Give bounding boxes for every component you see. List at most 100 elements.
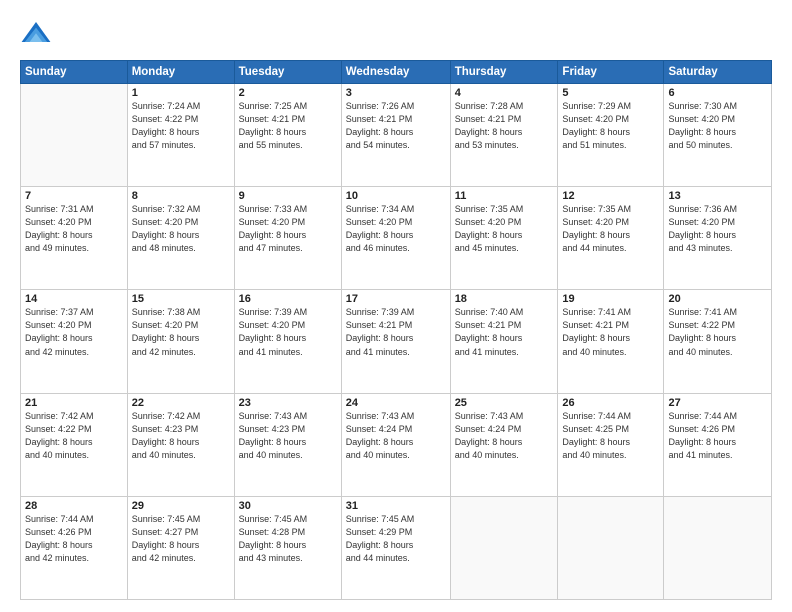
weekday-header-row: SundayMondayTuesdayWednesdayThursdayFrid… bbox=[21, 61, 772, 84]
day-info: Sunrise: 7:26 AMSunset: 4:21 PMDaylight:… bbox=[346, 100, 446, 152]
calendar-cell bbox=[450, 496, 558, 599]
calendar-cell: 11Sunrise: 7:35 AMSunset: 4:20 PMDayligh… bbox=[450, 187, 558, 290]
calendar-cell bbox=[21, 84, 128, 187]
calendar-cell: 10Sunrise: 7:34 AMSunset: 4:20 PMDayligh… bbox=[341, 187, 450, 290]
calendar-cell bbox=[558, 496, 664, 599]
day-info: Sunrise: 7:30 AMSunset: 4:20 PMDaylight:… bbox=[668, 100, 767, 152]
day-info: Sunrise: 7:44 AMSunset: 4:25 PMDaylight:… bbox=[562, 410, 659, 462]
day-number: 14 bbox=[25, 293, 123, 305]
day-number: 10 bbox=[346, 190, 446, 202]
calendar-cell bbox=[664, 496, 772, 599]
calendar-cell: 24Sunrise: 7:43 AMSunset: 4:24 PMDayligh… bbox=[341, 393, 450, 496]
logo-icon bbox=[20, 18, 52, 50]
day-number: 29 bbox=[132, 500, 230, 512]
calendar-cell: 25Sunrise: 7:43 AMSunset: 4:24 PMDayligh… bbox=[450, 393, 558, 496]
week-row-2: 14Sunrise: 7:37 AMSunset: 4:20 PMDayligh… bbox=[21, 290, 772, 393]
day-number: 9 bbox=[239, 190, 337, 202]
calendar-cell: 9Sunrise: 7:33 AMSunset: 4:20 PMDaylight… bbox=[234, 187, 341, 290]
day-info: Sunrise: 7:24 AMSunset: 4:22 PMDaylight:… bbox=[132, 100, 230, 152]
calendar-cell: 17Sunrise: 7:39 AMSunset: 4:21 PMDayligh… bbox=[341, 290, 450, 393]
day-number: 27 bbox=[668, 397, 767, 409]
day-info: Sunrise: 7:38 AMSunset: 4:20 PMDaylight:… bbox=[132, 306, 230, 358]
day-info: Sunrise: 7:39 AMSunset: 4:20 PMDaylight:… bbox=[239, 306, 337, 358]
day-number: 8 bbox=[132, 190, 230, 202]
calendar-cell: 28Sunrise: 7:44 AMSunset: 4:26 PMDayligh… bbox=[21, 496, 128, 599]
week-row-1: 7Sunrise: 7:31 AMSunset: 4:20 PMDaylight… bbox=[21, 187, 772, 290]
day-number: 24 bbox=[346, 397, 446, 409]
calendar-cell: 2Sunrise: 7:25 AMSunset: 4:21 PMDaylight… bbox=[234, 84, 341, 187]
calendar-cell: 29Sunrise: 7:45 AMSunset: 4:27 PMDayligh… bbox=[127, 496, 234, 599]
day-info: Sunrise: 7:40 AMSunset: 4:21 PMDaylight:… bbox=[455, 306, 554, 358]
weekday-header-thursday: Thursday bbox=[450, 61, 558, 84]
day-number: 2 bbox=[239, 87, 337, 99]
day-number: 30 bbox=[239, 500, 337, 512]
day-number: 13 bbox=[668, 190, 767, 202]
calendar-cell: 30Sunrise: 7:45 AMSunset: 4:28 PMDayligh… bbox=[234, 496, 341, 599]
day-number: 12 bbox=[562, 190, 659, 202]
calendar-cell: 27Sunrise: 7:44 AMSunset: 4:26 PMDayligh… bbox=[664, 393, 772, 496]
calendar-cell: 19Sunrise: 7:41 AMSunset: 4:21 PMDayligh… bbox=[558, 290, 664, 393]
week-row-4: 28Sunrise: 7:44 AMSunset: 4:26 PMDayligh… bbox=[21, 496, 772, 599]
day-info: Sunrise: 7:32 AMSunset: 4:20 PMDaylight:… bbox=[132, 203, 230, 255]
day-number: 22 bbox=[132, 397, 230, 409]
calendar-cell: 13Sunrise: 7:36 AMSunset: 4:20 PMDayligh… bbox=[664, 187, 772, 290]
calendar: SundayMondayTuesdayWednesdayThursdayFrid… bbox=[20, 60, 772, 600]
calendar-cell: 16Sunrise: 7:39 AMSunset: 4:20 PMDayligh… bbox=[234, 290, 341, 393]
day-info: Sunrise: 7:39 AMSunset: 4:21 PMDaylight:… bbox=[346, 306, 446, 358]
calendar-cell: 7Sunrise: 7:31 AMSunset: 4:20 PMDaylight… bbox=[21, 187, 128, 290]
logo bbox=[20, 18, 56, 50]
week-row-0: 1Sunrise: 7:24 AMSunset: 4:22 PMDaylight… bbox=[21, 84, 772, 187]
calendar-cell: 5Sunrise: 7:29 AMSunset: 4:20 PMDaylight… bbox=[558, 84, 664, 187]
day-info: Sunrise: 7:28 AMSunset: 4:21 PMDaylight:… bbox=[455, 100, 554, 152]
day-number: 28 bbox=[25, 500, 123, 512]
day-number: 7 bbox=[25, 190, 123, 202]
week-row-3: 21Sunrise: 7:42 AMSunset: 4:22 PMDayligh… bbox=[21, 393, 772, 496]
day-number: 21 bbox=[25, 397, 123, 409]
day-info: Sunrise: 7:45 AMSunset: 4:27 PMDaylight:… bbox=[132, 513, 230, 565]
day-number: 26 bbox=[562, 397, 659, 409]
day-info: Sunrise: 7:43 AMSunset: 4:24 PMDaylight:… bbox=[455, 410, 554, 462]
day-number: 19 bbox=[562, 293, 659, 305]
day-number: 4 bbox=[455, 87, 554, 99]
calendar-cell: 12Sunrise: 7:35 AMSunset: 4:20 PMDayligh… bbox=[558, 187, 664, 290]
calendar-cell: 26Sunrise: 7:44 AMSunset: 4:25 PMDayligh… bbox=[558, 393, 664, 496]
calendar-cell: 22Sunrise: 7:42 AMSunset: 4:23 PMDayligh… bbox=[127, 393, 234, 496]
day-info: Sunrise: 7:45 AMSunset: 4:28 PMDaylight:… bbox=[239, 513, 337, 565]
day-number: 16 bbox=[239, 293, 337, 305]
day-info: Sunrise: 7:43 AMSunset: 4:23 PMDaylight:… bbox=[239, 410, 337, 462]
day-number: 17 bbox=[346, 293, 446, 305]
calendar-cell: 20Sunrise: 7:41 AMSunset: 4:22 PMDayligh… bbox=[664, 290, 772, 393]
day-info: Sunrise: 7:44 AMSunset: 4:26 PMDaylight:… bbox=[668, 410, 767, 462]
day-info: Sunrise: 7:35 AMSunset: 4:20 PMDaylight:… bbox=[562, 203, 659, 255]
day-info: Sunrise: 7:35 AMSunset: 4:20 PMDaylight:… bbox=[455, 203, 554, 255]
day-info: Sunrise: 7:42 AMSunset: 4:22 PMDaylight:… bbox=[25, 410, 123, 462]
calendar-cell: 18Sunrise: 7:40 AMSunset: 4:21 PMDayligh… bbox=[450, 290, 558, 393]
day-info: Sunrise: 7:29 AMSunset: 4:20 PMDaylight:… bbox=[562, 100, 659, 152]
calendar-cell: 4Sunrise: 7:28 AMSunset: 4:21 PMDaylight… bbox=[450, 84, 558, 187]
calendar-cell: 23Sunrise: 7:43 AMSunset: 4:23 PMDayligh… bbox=[234, 393, 341, 496]
calendar-cell: 6Sunrise: 7:30 AMSunset: 4:20 PMDaylight… bbox=[664, 84, 772, 187]
weekday-header-wednesday: Wednesday bbox=[341, 61, 450, 84]
day-info: Sunrise: 7:34 AMSunset: 4:20 PMDaylight:… bbox=[346, 203, 446, 255]
day-number: 25 bbox=[455, 397, 554, 409]
day-info: Sunrise: 7:43 AMSunset: 4:24 PMDaylight:… bbox=[346, 410, 446, 462]
day-info: Sunrise: 7:25 AMSunset: 4:21 PMDaylight:… bbox=[239, 100, 337, 152]
day-number: 23 bbox=[239, 397, 337, 409]
calendar-cell: 1Sunrise: 7:24 AMSunset: 4:22 PMDaylight… bbox=[127, 84, 234, 187]
calendar-cell: 3Sunrise: 7:26 AMSunset: 4:21 PMDaylight… bbox=[341, 84, 450, 187]
day-info: Sunrise: 7:36 AMSunset: 4:20 PMDaylight:… bbox=[668, 203, 767, 255]
weekday-header-monday: Monday bbox=[127, 61, 234, 84]
day-info: Sunrise: 7:31 AMSunset: 4:20 PMDaylight:… bbox=[25, 203, 123, 255]
day-number: 6 bbox=[668, 87, 767, 99]
day-number: 5 bbox=[562, 87, 659, 99]
day-number: 31 bbox=[346, 500, 446, 512]
weekday-header-friday: Friday bbox=[558, 61, 664, 84]
day-number: 15 bbox=[132, 293, 230, 305]
day-number: 3 bbox=[346, 87, 446, 99]
calendar-cell: 14Sunrise: 7:37 AMSunset: 4:20 PMDayligh… bbox=[21, 290, 128, 393]
day-info: Sunrise: 7:44 AMSunset: 4:26 PMDaylight:… bbox=[25, 513, 123, 565]
weekday-header-saturday: Saturday bbox=[664, 61, 772, 84]
calendar-cell: 31Sunrise: 7:45 AMSunset: 4:29 PMDayligh… bbox=[341, 496, 450, 599]
weekday-header-sunday: Sunday bbox=[21, 61, 128, 84]
day-number: 1 bbox=[132, 87, 230, 99]
